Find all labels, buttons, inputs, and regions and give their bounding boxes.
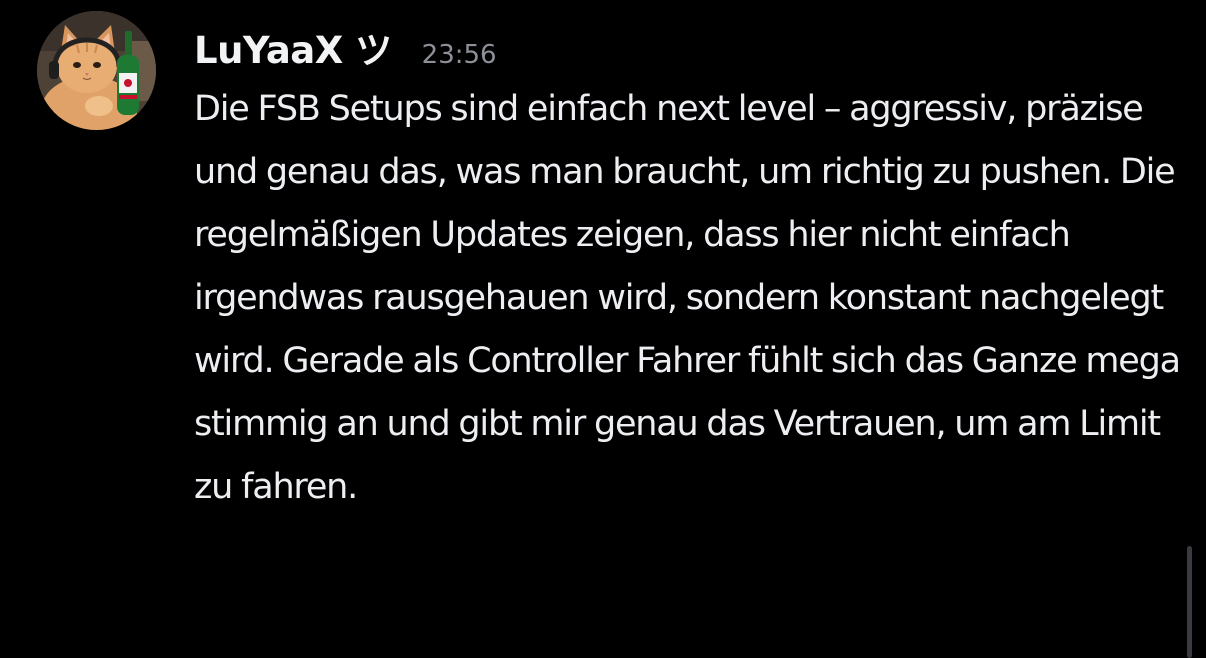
cat-with-beer-bottle-icon	[37, 11, 156, 130]
chat-message: LuYaaX ツ 23:56 Die FSB Setups sind einfa…	[0, 0, 1206, 658]
message-text: Die FSB Setups sind einfach next level –…	[194, 89, 1181, 507]
user-avatar[interactable]	[37, 11, 156, 130]
scrollbar-thumb[interactable]	[1187, 546, 1192, 658]
username[interactable]: LuYaaX ツ	[194, 20, 392, 74]
message-header: LuYaaX ツ 23:56	[194, 20, 497, 72]
timestamp[interactable]: 23:56	[422, 40, 497, 70]
